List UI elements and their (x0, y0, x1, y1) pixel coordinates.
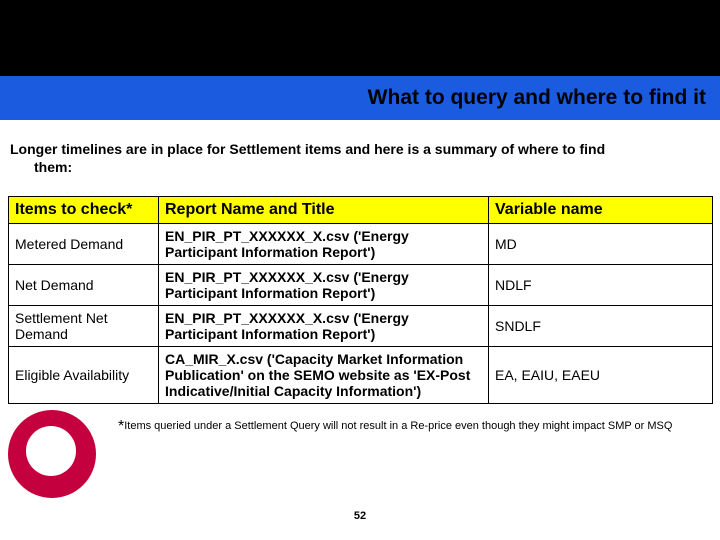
intro-line-2: them: (10, 158, 710, 176)
table-row: Metered Demand EN_PIR_PT_XXXXXX_X.csv ('… (9, 224, 713, 265)
cell-report: CA_MIR_X.csv ('Capacity Market Informati… (159, 347, 489, 404)
intro-text: Longer timelines are in place for Settle… (10, 140, 710, 176)
cell-item: Settlement Net Demand (9, 306, 159, 347)
slide-title: What to query and where to find it (368, 86, 706, 110)
cell-report: EN_PIR_PT_XXXXXX_X.csv ('Energy Particip… (159, 265, 489, 306)
cell-item: Eligible Availability (9, 347, 159, 404)
title-bar: What to query and where to find it (0, 76, 720, 120)
footnote: *Items queried under a Settlement Query … (118, 418, 710, 436)
col-header-items: Items to check* (9, 197, 159, 224)
cell-variable: SNDLF (489, 306, 713, 347)
table-header-row: Items to check* Report Name and Title Va… (9, 197, 713, 224)
slide: What to query and where to find it Longe… (0, 0, 720, 540)
col-header-variable: Variable name (489, 197, 713, 224)
cell-variable: MD (489, 224, 713, 265)
top-black-band (0, 0, 720, 76)
intro-line-1: Longer timelines are in place for Settle… (10, 141, 605, 157)
logo-inner-circle (26, 426, 76, 476)
cell-report: EN_PIR_PT_XXXXXX_X.csv ('Energy Particip… (159, 306, 489, 347)
reference-table: Items to check* Report Name and Title Va… (8, 196, 713, 404)
cell-item: Net Demand (9, 265, 159, 306)
col-header-report: Report Name and Title (159, 197, 489, 224)
cell-report: EN_PIR_PT_XXXXXX_X.csv ('Energy Particip… (159, 224, 489, 265)
cell-variable: EA, EAIU, EAEU (489, 347, 713, 404)
table-row: Net Demand EN_PIR_PT_XXXXXX_X.csv ('Ener… (9, 265, 713, 306)
page-number: 52 (0, 510, 720, 522)
logo (4, 406, 100, 502)
table-row: Settlement Net Demand EN_PIR_PT_XXXXXX_X… (9, 306, 713, 347)
table-row: Eligible Availability CA_MIR_X.csv ('Cap… (9, 347, 713, 404)
cell-item: Metered Demand (9, 224, 159, 265)
footnote-text: Items queried under a Settlement Query w… (124, 420, 672, 432)
cell-variable: NDLF (489, 265, 713, 306)
